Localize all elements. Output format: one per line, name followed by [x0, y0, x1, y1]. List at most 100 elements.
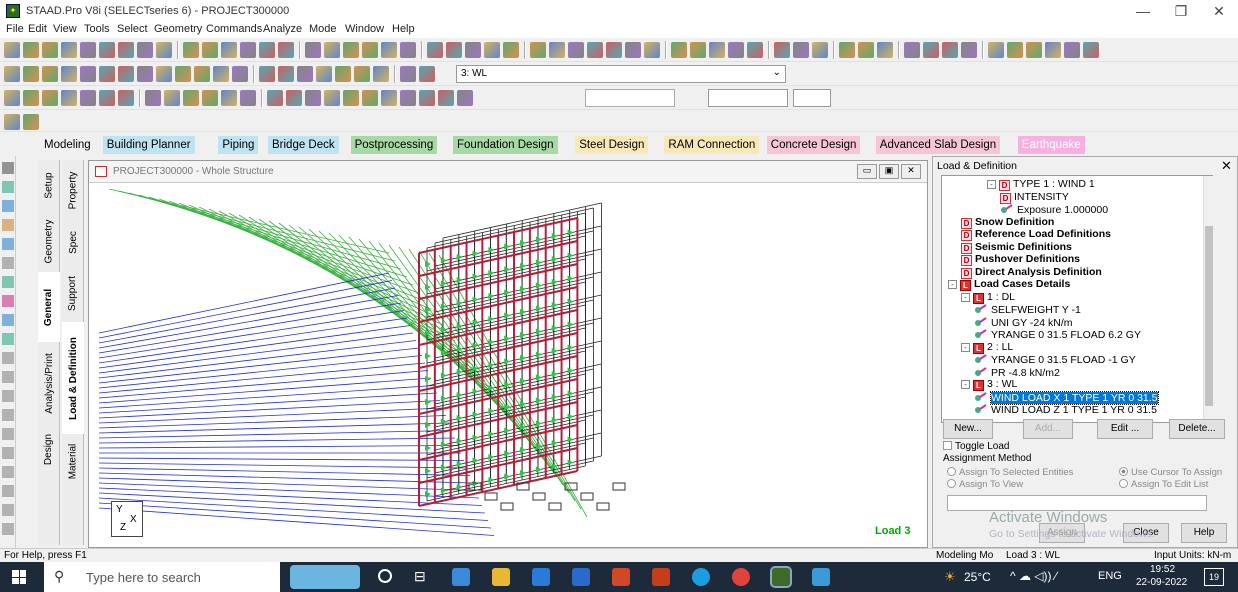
toolbar-tool-icon[interactable] — [42, 90, 58, 106]
toolbar-tool-icon[interactable] — [839, 42, 855, 58]
delete-button[interactable]: Delete... — [1169, 419, 1225, 439]
tree-item[interactable]: -L2 : LL — [961, 341, 1013, 354]
store-icon[interactable] — [572, 568, 590, 586]
toolbar-tool-icon[interactable] — [362, 42, 378, 58]
photos-app-icon[interactable] — [812, 568, 830, 586]
viewport-close-button[interactable]: ✕ — [901, 164, 921, 179]
left-tool-icon[interactable] — [2, 428, 14, 440]
use-cursor-radio[interactable]: Use Cursor To Assign — [1119, 467, 1222, 478]
toolbar-tool-icon[interactable] — [23, 42, 39, 58]
tree-item[interactable]: D Seismic Definitions — [961, 241, 1072, 254]
toolbar-tool-icon[interactable] — [61, 66, 77, 82]
workflow-tab-earthquake[interactable]: Earthquake — [1017, 136, 1085, 154]
start-icon[interactable] — [12, 570, 26, 584]
toolbar-tool-icon[interactable] — [175, 66, 191, 82]
toolbar-tool-icon[interactable] — [1083, 42, 1099, 58]
tab-analysis-print[interactable]: Analysis/Print — [38, 342, 60, 424]
left-tool-icon[interactable] — [2, 219, 14, 231]
tree-item[interactable]: WIND LOAD Z 1 TYPE 1 YR 0 31.5 — [974, 403, 1157, 416]
toolbar-tool-icon[interactable] — [671, 42, 687, 58]
structure-model[interactable] — [89, 183, 927, 547]
left-tool-icon[interactable] — [2, 314, 14, 326]
tray-icons[interactable]: ^ ☁ ◁)) ∕ — [1010, 569, 1057, 583]
toolbar-tool-icon[interactable] — [438, 90, 454, 106]
toolbar-tool-icon[interactable] — [812, 42, 828, 58]
tab-setup[interactable]: Setup — [38, 160, 60, 210]
toolbar-tool-icon[interactable] — [961, 42, 977, 58]
menu-select[interactable]: Select — [117, 23, 148, 35]
toolbar-tool-icon[interactable] — [61, 90, 77, 106]
toolbar-tool-icon[interactable] — [278, 42, 294, 58]
toolbar-tool-icon[interactable] — [194, 66, 210, 82]
toolbar-tool-icon[interactable] — [316, 66, 332, 82]
assign-view-radio[interactable]: Assign To View — [947, 479, 1023, 490]
panel-close-icon[interactable]: ✕ — [1221, 158, 1232, 174]
left-tool-icon[interactable] — [2, 333, 14, 345]
load-case-select[interactable]: 3: WL ⌄ — [456, 65, 786, 83]
toolbar-tool-icon[interactable] — [4, 114, 20, 130]
toolbar-tool-icon[interactable] — [644, 42, 660, 58]
toolbar-tool-icon[interactable] — [259, 66, 275, 82]
toolbar-tool-icon[interactable] — [23, 114, 39, 130]
mail-icon[interactable] — [532, 568, 550, 586]
minimize-button[interactable]: — — [1124, 0, 1162, 22]
assign-button[interactable]: Assign — [1039, 523, 1085, 543]
toolbar-tool-icon[interactable] — [164, 90, 180, 106]
tab-load-definition[interactable]: Load & Definition — [62, 322, 84, 434]
toolbar-tool-icon[interactable] — [99, 66, 115, 82]
left-tool-icon[interactable] — [2, 162, 14, 174]
toolbar-tool-icon[interactable] — [61, 42, 77, 58]
tree-item[interactable]: D Pushover Definitions — [961, 253, 1080, 266]
workflow-tab-postprocessing[interactable]: Postprocessing — [350, 136, 438, 154]
tree-item[interactable]: D Snow Definition — [961, 216, 1054, 229]
workflow-tab-bridge-deck[interactable]: Bridge Deck — [268, 136, 339, 154]
toolbar-tool-icon[interactable] — [446, 42, 462, 58]
toolbar-tool-icon[interactable] — [324, 90, 340, 106]
toolbar-tool-icon[interactable] — [690, 42, 706, 58]
tree-item[interactable]: D Direct Analysis Definition — [961, 266, 1102, 279]
toolbar-tool-icon[interactable] — [549, 42, 565, 58]
workflow-tab-piping[interactable]: Piping — [218, 136, 259, 154]
toolbar-tool-icon[interactable] — [747, 42, 763, 58]
language-indicator[interactable]: ENG — [1098, 570, 1122, 582]
left-tool-icon[interactable] — [2, 181, 14, 193]
left-tool-icon[interactable] — [2, 409, 14, 421]
toolbar-tool-icon[interactable] — [202, 90, 218, 106]
left-tool-icon[interactable] — [2, 485, 14, 497]
menu-file[interactable]: File — [6, 23, 24, 35]
toolbar-tool-icon[interactable] — [465, 42, 481, 58]
toolbar-tool-icon[interactable] — [118, 42, 134, 58]
tree-toggle-icon[interactable]: - — [948, 280, 957, 289]
toolbar-tool-icon[interactable] — [80, 66, 96, 82]
edge-icon[interactable] — [692, 568, 710, 586]
toolbar-tool-icon[interactable] — [400, 66, 416, 82]
tree-item[interactable]: SELFWEIGHT Y -1 — [974, 303, 1081, 316]
toolbar-tool-icon[interactable] — [278, 66, 294, 82]
assign-selected-radio[interactable]: Assign To Selected Entities — [947, 467, 1073, 478]
new-button[interactable]: New... — [943, 419, 993, 439]
toolbar-tool-icon[interactable] — [324, 42, 340, 58]
toolbar-tool-icon[interactable] — [305, 42, 321, 58]
toolbar-tool-icon[interactable] — [1045, 42, 1061, 58]
tab-geometry[interactable]: Geometry — [38, 210, 60, 272]
toolbar-tool-icon[interactable] — [1026, 42, 1042, 58]
menu-window[interactable]: Window — [345, 23, 384, 35]
toolbar-tool-icon[interactable] — [221, 42, 237, 58]
tree-item[interactable]: - L Load Cases Details — [948, 278, 1070, 291]
left-tool-icon[interactable] — [2, 257, 14, 269]
toolbar-tool-icon[interactable] — [625, 42, 641, 58]
toolbar-tool-icon[interactable] — [286, 90, 302, 106]
value-input[interactable] — [708, 89, 788, 107]
toolbar-tool-icon[interactable] — [942, 42, 958, 58]
tree-toggle-icon[interactable]: - — [961, 292, 970, 302]
menu-tools[interactable]: Tools — [84, 23, 110, 35]
tree-item[interactable]: -L3 : WL — [961, 378, 1017, 391]
left-tool-icon[interactable] — [2, 200, 14, 212]
toolbar-tool-icon[interactable] — [400, 42, 416, 58]
toolbar-tool-icon[interactable] — [23, 90, 39, 106]
toolbar-tool-icon[interactable] — [99, 90, 115, 106]
app-icon-1[interactable] — [452, 568, 470, 586]
staad-taskbar-icon[interactable] — [770, 566, 792, 588]
toolbar-tool-icon[interactable] — [587, 42, 603, 58]
toolbar-tool-icon[interactable] — [858, 42, 874, 58]
